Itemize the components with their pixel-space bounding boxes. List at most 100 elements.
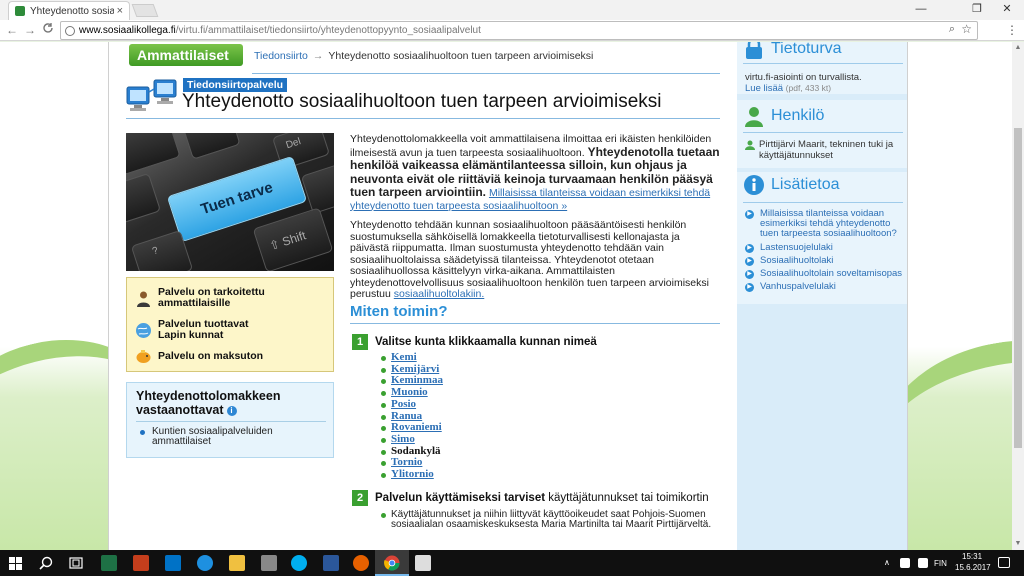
info-row-professionals: Palvelu on tarkoitettu ammattilaisille [135,287,308,309]
step-label: Palvelun käyttämiseksi tarviset käyttäjä… [375,492,709,504]
notifications-icon[interactable] [998,557,1010,568]
arrow-right-icon: ▶ [745,283,754,292]
key [181,133,241,160]
sidebar-heading: Lisätietoa [743,174,840,196]
municipality-link-rovaniemi[interactable]: Rovaniemi [391,421,442,433]
divider [350,323,720,324]
divider [743,202,903,203]
keyboard-image: Del Tuen tarve ? ⇧ Shift [126,133,334,271]
sidebar-link[interactable]: ▶ Sosiaalihuoltolaki [745,256,905,266]
breadcrumb-link-tiedonsiirto[interactable]: Tiedonsiirto [254,50,308,62]
lock-icon [746,42,762,59]
ammattilaiset-button[interactable]: Ammattilaiset → [129,44,243,85]
browser-menu-icon[interactable]: ⋮ [1006,23,1018,37]
key [300,163,334,215]
store-icon[interactable] [261,555,277,571]
municipality-link-kemi[interactable]: Kemi [391,351,417,363]
back-icon[interactable]: ← [4,22,20,38]
url-field[interactable]: www.sosiaalikollega.fi/virtu.fi/ammattil… [60,21,978,40]
info-row-lapland: Palvelun tuottavat Lapin kunnat [135,319,258,341]
sidebar-link[interactable]: ▶ Vanhuspalvelulaki [745,282,905,292]
step-number: 1 [352,334,368,350]
mail-icon[interactable] [415,555,431,571]
info-row-free: Palvelu on maksuton [135,348,263,365]
url-path: /virtu.fi/ammattilaiset/tiedonsiirto/yht… [175,25,481,36]
volume-icon[interactable] [918,558,928,568]
municipality-link-keminmaa[interactable]: Keminmaa [391,374,443,387]
scroll-up-icon[interactable]: ▲ [1012,42,1024,54]
network-icon[interactable] [900,558,910,568]
divider [252,73,720,74]
chrome-icon [384,555,400,571]
municipality-link-muonio[interactable]: Muonio [391,386,428,398]
browser-tab[interactable]: Yhteydenotto sosiaalihuo × [8,1,130,20]
sidebar-heading: Henkilö [743,105,824,127]
tab-close-icon[interactable]: × [117,5,123,17]
computers-transfer-icon [126,79,177,111]
page-scrollbar[interactable]: ▲ ▼ [1012,42,1024,550]
step-2: 2 Palvelun käyttämiseksi tarviset käyttä… [352,490,709,506]
reload-icon[interactable] [40,22,56,38]
municipality-link-ranua[interactable]: Ranua [391,410,422,422]
excel-icon[interactable] [101,555,117,571]
file-explorer-icon[interactable] [229,555,245,571]
edge-icon[interactable] [197,555,213,571]
step-label: Valitse kunta klikkaamalla kunnan nimeä [375,336,597,348]
page-info-icon[interactable] [65,25,75,36]
consent-paragraph: Yhteydenotto tehdään kunnan sosiaalihuol… [350,219,709,300]
list-item: Kuntien sosiaalipalveluiden ammattilaise… [140,427,325,447]
firefox-icon[interactable] [353,555,369,571]
language-indicator[interactable]: FIN [934,559,947,568]
clock-date[interactable]: 15.6.2017 [955,563,991,572]
municipality-link-ylitornio[interactable]: Ylitornio [391,468,434,480]
new-tab-button[interactable] [131,4,159,17]
powerpoint-icon[interactable] [133,555,149,571]
municipality-link-simo[interactable]: Simo [391,433,415,445]
task-view-icon[interactable] [69,557,83,569]
word-icon[interactable] [323,555,339,571]
scroll-down-icon[interactable]: ▼ [1012,538,1024,550]
clock-time[interactable]: 15:31 [962,552,982,561]
person-icon [745,140,755,150]
forward-icon[interactable]: → [22,22,38,38]
bookmark-star-icon[interactable]: ☆ [961,22,972,36]
skype-icon[interactable] [291,555,307,571]
receivers-heading: Yhteydenottolomakkeen vastaanottavat i [136,389,281,417]
windows-start-icon[interactable] [9,557,22,570]
list-item[interactable]: Ylitornio [381,468,443,481]
info-icon[interactable]: i [226,405,237,416]
chrome-taskbar-button[interactable] [375,550,409,576]
arrow-right-icon: ▶ [745,210,754,219]
municipality-link-tornio[interactable]: Tornio [391,456,422,468]
tray-chevron-icon[interactable]: ∧ [884,558,890,567]
sidebar-link[interactable]: ▶ Sosiaalihuoltolain soveltamisopas [745,269,905,279]
page-content: Ammattilaiset → Tiedonsiirto → Yhteydenott… [108,42,908,550]
close-window-button[interactable]: ✕ [992,0,1022,20]
arrow-right-icon: ▶ [745,257,754,266]
breadcrumb: Tiedonsiirto → Yhteydenotto sosiaalihuolto… [254,50,593,62]
sidebar-link[interactable]: ▶ Millaisissa tilanteissa voidaan esimerk… [745,209,905,239]
browser-tab-strip: Yhteydenotto sosiaalihuo × — ❐ ✕ [0,0,1024,20]
municipality-list: Kemi Kemijärvi Keminmaa Muonio Posio Ran… [381,351,443,481]
intro-paragraph: Yhteydenottolomakkeella voit ammattilais… [350,133,720,212]
service-info-box: Palvelu on tarkoitettu ammattilaisille P… [126,277,334,372]
divider [743,63,903,64]
search-icon[interactable] [39,556,53,570]
outlook-icon[interactable] [165,555,181,571]
restore-button[interactable]: ❐ [962,0,992,20]
minimize-button[interactable]: — [906,0,936,20]
municipality-link-posio[interactable]: Posio [391,398,416,410]
piggy-bank-icon [136,350,151,363]
step-number: 2 [352,490,368,506]
read-more-link[interactable]: Lue lisää [745,83,783,94]
divider [126,118,720,119]
zoom-icon[interactable]: ⌕ [949,23,955,36]
info-icon [744,175,764,195]
scrollbar-thumb[interactable] [1014,128,1022,448]
sosiaalihuoltolaki-link[interactable]: sosiaalihuoltolakiin. [394,288,484,300]
tab-title: Yhteydenotto sosiaalihuo [30,5,114,17]
taskbar: ∧ FIN 15:31 15.6.2017 [0,550,1024,576]
municipality-link-kemijarvi[interactable]: Kemijärvi [391,363,439,375]
key [126,172,162,226]
sidebar-link[interactable]: ▶ Lastensuojelulaki [745,243,905,253]
